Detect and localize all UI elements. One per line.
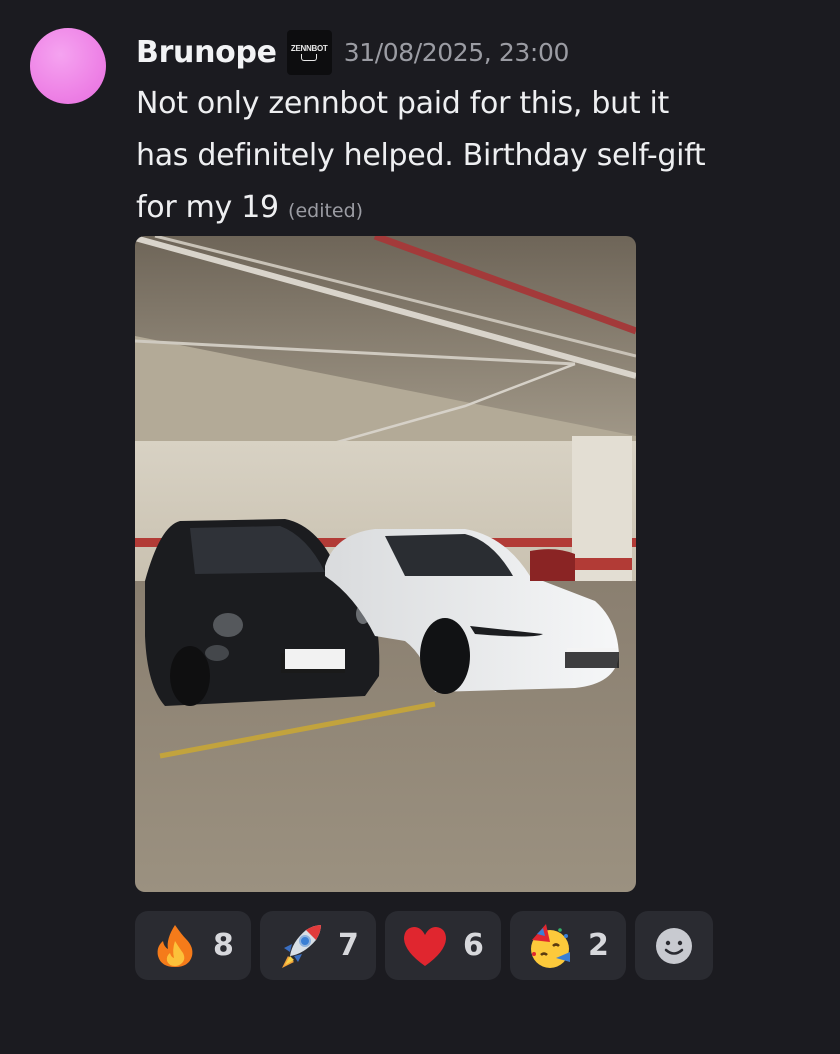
edited-label: (edited): [288, 200, 364, 222]
garage-photo: [135, 236, 636, 892]
reaction-count: 2: [588, 928, 609, 963]
partying-face-icon: [524, 920, 576, 972]
server-tag-text: ZENNBOT: [290, 43, 328, 53]
image-attachment[interactable]: [135, 236, 636, 892]
message-header: Brunope ZENNBOT 31/08/2025, 23:00: [136, 29, 570, 75]
smiley-add-reaction-icon: [656, 927, 692, 964]
reaction-rocket[interactable]: 7: [260, 911, 376, 980]
reaction-count: 8: [213, 928, 234, 963]
server-tag-badge[interactable]: ZENNBOT: [286, 29, 332, 75]
reaction-partying-face[interactable]: 2: [510, 911, 626, 980]
message-line: has definitely helped. Birthday self-gif…: [136, 138, 706, 173]
message-line: for my 19: [136, 190, 279, 225]
reaction-heart[interactable]: 6: [385, 911, 501, 980]
username[interactable]: Brunope: [136, 35, 277, 70]
server-tag-logo-icon: [301, 53, 318, 61]
message-content: Not only zennbot paid for this, but it h…: [136, 78, 816, 237]
chat-message: Brunope ZENNBOT 31/08/2025, 23:00 Not on…: [0, 0, 840, 1054]
reaction-count: 6: [463, 928, 484, 963]
reaction-count: 7: [338, 928, 359, 963]
message-timestamp[interactable]: 31/08/2025, 23:00: [344, 38, 570, 67]
reaction-fire[interactable]: 8: [135, 911, 251, 980]
reactions-bar: 8 7 6 2: [135, 911, 713, 980]
red-heart-icon: [399, 920, 451, 972]
message-line-with-edited: for my 19 (edited): [136, 182, 816, 237]
add-reaction-button[interactable]: [635, 911, 713, 980]
fire-icon: [149, 920, 201, 972]
rocket-icon: [274, 920, 326, 972]
user-avatar[interactable]: [30, 28, 106, 104]
message-line: Not only zennbot paid for this, but it: [136, 86, 670, 121]
